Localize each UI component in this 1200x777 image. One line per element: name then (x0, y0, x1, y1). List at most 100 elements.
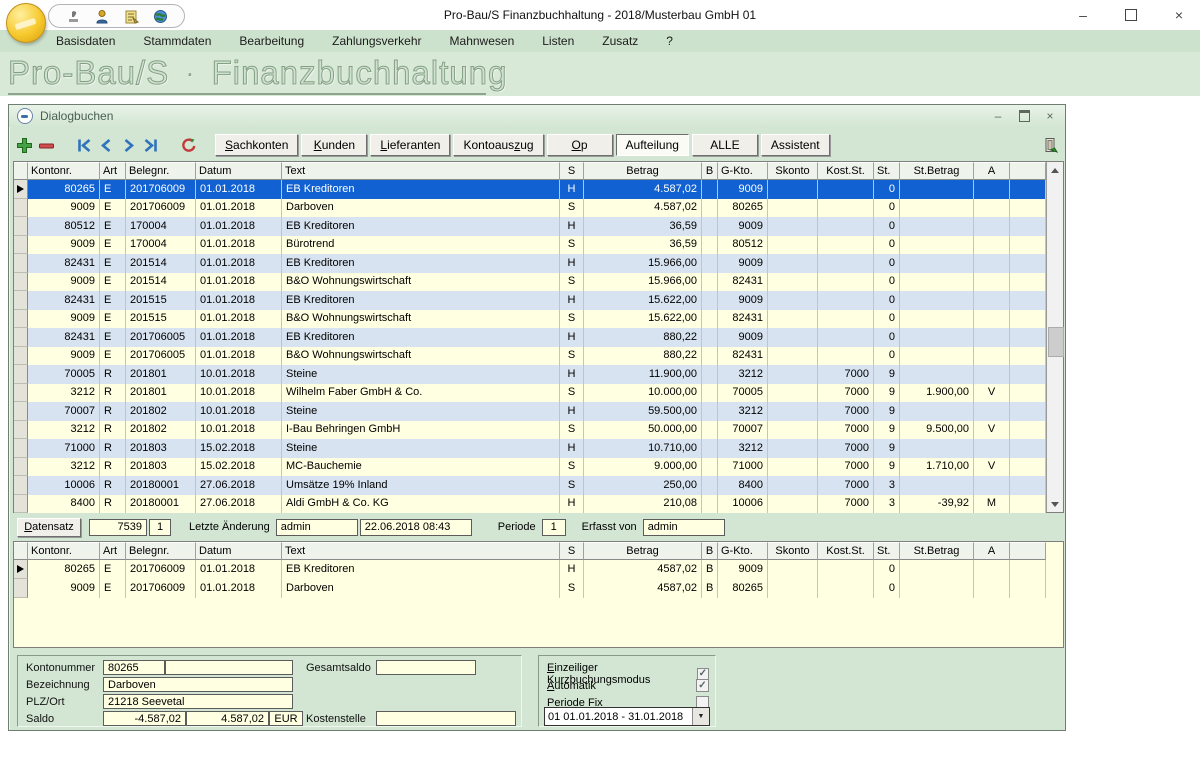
add-icon[interactable] (13, 134, 35, 156)
cell-kostst: 7000 (818, 365, 874, 384)
table-row[interactable]: 9009E20151401.01.2018B&O Wohnungswirtsch… (14, 273, 1046, 292)
toolbar-button-aufteilung[interactable]: Aufteilung (616, 134, 689, 156)
bezeichnung-field[interactable]: Darboven (103, 677, 293, 692)
table-row[interactable]: 80265E20170600901.01.2018EB KreditorenH4… (14, 180, 1046, 199)
saldo-field-2[interactable]: 4.587,02 (186, 711, 269, 726)
cell-st: 0 (874, 236, 900, 255)
table-row[interactable]: 82431E20170600501.01.2018EB KreditorenH8… (14, 328, 1046, 347)
cell-kostst: 7000 (818, 402, 874, 421)
cell-betrag: 36,59 (584, 236, 702, 255)
table-row[interactable]: 9009E20170600901.01.2018DarbovenS4.587,0… (14, 199, 1046, 218)
cell-filler (1010, 347, 1046, 366)
kostenstelle-field[interactable] (376, 711, 516, 726)
toolbar-button-kunden[interactable]: Kunden (301, 134, 367, 156)
last-change-user-field[interactable]: admin (276, 519, 358, 536)
menu-item-stammdaten[interactable]: Stammdaten (143, 34, 211, 48)
checkbox-automatik[interactable]: ✓ (696, 679, 709, 692)
table-row[interactable]: 70005R20180110.01.2018SteineH11.900,0032… (14, 365, 1046, 384)
cell-filler (1010, 236, 1046, 255)
periode-select[interactable]: 01 01.01.2018 - 31.01.2018 ▼ (544, 707, 710, 726)
notes-icon[interactable] (123, 8, 139, 24)
delete-icon[interactable] (35, 134, 57, 156)
menu-item-listen[interactable]: Listen (542, 34, 574, 48)
cell-gkto: 82431 (718, 347, 768, 366)
last-change-label: Letzte Änderung (189, 521, 270, 533)
first-record-icon[interactable] (73, 134, 95, 156)
cell-s: H (560, 291, 584, 310)
dialog-minimize-button[interactable]: – (991, 109, 1005, 123)
minimize-button[interactable]: – (1074, 6, 1092, 24)
cell-b (702, 347, 718, 366)
table-row[interactable]: 9009E20170600501.01.2018B&O Wohnungswirt… (14, 347, 1046, 366)
toolbar-button-sachkonten[interactable]: Sachkonten (215, 134, 298, 156)
cell-a (974, 254, 1010, 273)
kontonummer-extra-field[interactable] (165, 660, 293, 675)
table-row[interactable]: 8400R2018000127.06.2018Aldi GmbH & Co. K… (14, 495, 1046, 514)
last-change-time-field[interactable]: 22.06.2018 08:43 (360, 519, 472, 536)
last-record-icon[interactable] (139, 134, 161, 156)
menu-item-zahlungsverkehr[interactable]: Zahlungsverkehr (332, 34, 421, 48)
menu-item-basisdaten[interactable]: Basisdaten (56, 34, 115, 48)
cell-gkto: 80265 (718, 579, 768, 598)
table-row[interactable]: 9009E20151501.01.2018B&O Wohnungswirtsch… (14, 310, 1046, 329)
table-row[interactable]: 3212R20180210.01.2018I-Bau Behringen Gmb… (14, 421, 1046, 440)
prev-record-icon[interactable] (95, 134, 117, 156)
toolbar-button-lieferanten[interactable]: Lieferanten (370, 134, 450, 156)
datensatz-button[interactable]: Datensatz (17, 518, 81, 537)
toolbar-button-assistent[interactable]: Assistent (761, 134, 830, 156)
menu-item-[interactable]: ? (666, 34, 673, 48)
cell-datum: 27.06.2018 (196, 476, 282, 495)
scroll-down-button[interactable] (1047, 496, 1063, 512)
cell-kontonr: 3212 (28, 384, 100, 403)
cell-stbetrag (900, 310, 974, 329)
cell-kontonr: 70005 (28, 365, 100, 384)
table-row[interactable]: 9009E20170600901.01.2018DarbovenS4587,02… (14, 579, 1046, 598)
scroll-up-button[interactable] (1047, 162, 1063, 178)
globe-icon[interactable] (152, 8, 168, 24)
table-row[interactable]: 82431E20151501.01.2018EB KreditorenH15.6… (14, 291, 1046, 310)
saldo-currency: EUR (269, 711, 303, 726)
table-row[interactable]: 82431E20151401.01.2018EB KreditorenH15.9… (14, 254, 1046, 273)
table-row[interactable]: 70007R20180210.01.2018SteineH59.500,0032… (14, 402, 1046, 421)
gesamtsaldo-field[interactable] (376, 660, 476, 675)
cell-a: V (974, 421, 1010, 440)
table-row[interactable]: 3212R20180315.02.2018MC-BauchemieS9.000,… (14, 458, 1046, 477)
toolbar-button-alle[interactable]: ALLE (692, 134, 758, 156)
table-row[interactable]: 71000R20180315.02.2018SteineH10.710,0032… (14, 439, 1046, 458)
refresh-icon[interactable] (177, 134, 199, 156)
saldo-field-1[interactable]: -4.587,02 (103, 711, 186, 726)
vertical-scrollbar[interactable] (1046, 162, 1063, 512)
erfasst-von-field[interactable]: admin (643, 519, 725, 536)
chevron-down-icon[interactable]: ▼ (692, 708, 709, 725)
menu-item-mahnwesen[interactable]: Mahnwesen (450, 34, 515, 48)
record-number-field[interactable]: 7539 (89, 519, 147, 536)
cell-b (702, 402, 718, 421)
close-button[interactable]: × (1170, 6, 1188, 24)
menu-item-zusatz[interactable]: Zusatz (602, 34, 638, 48)
record-sub-field[interactable]: 1 (149, 519, 171, 536)
table-row[interactable]: 80512E17000401.01.2018EB KreditorenH36,5… (14, 217, 1046, 236)
dialog-restore-button[interactable] (1017, 109, 1031, 123)
menu-item-bearbeitung[interactable]: Bearbeitung (239, 34, 304, 48)
periode-field[interactable]: 1 (542, 519, 566, 536)
cell-betrag: 4587,02 (584, 560, 702, 579)
cell-b (702, 439, 718, 458)
toolbar-button-kontoauszug[interactable]: Kontoauszug (453, 134, 543, 156)
kontonummer-field[interactable]: 80265 (103, 660, 165, 675)
user-icon[interactable] (94, 8, 110, 24)
scrollbar-thumb[interactable] (1048, 327, 1064, 357)
plz-ort-field[interactable]: 21218 Seevetal (103, 694, 293, 709)
maximize-button[interactable] (1122, 6, 1140, 24)
table-row[interactable]: 10006R2018000127.06.2018Umsätze 19% Inla… (14, 476, 1046, 495)
cell-gkto: 10006 (718, 495, 768, 514)
table-row[interactable]: 3212R20180110.01.2018Wilhelm Faber GmbH … (14, 384, 1046, 403)
exit-icon[interactable] (1039, 134, 1061, 156)
table-row[interactable]: 9009E17000401.01.2018BürotrendS36,598051… (14, 236, 1046, 255)
dialog-close-button[interactable]: × (1043, 109, 1057, 123)
next-record-icon[interactable] (117, 134, 139, 156)
toolbar-button-op[interactable]: Op (547, 134, 613, 156)
cell-datum: 10.01.2018 (196, 384, 282, 403)
stamp-icon[interactable] (65, 8, 81, 24)
table-row[interactable]: 80265E20170600901.01.2018EB KreditorenH4… (14, 560, 1046, 579)
dialog-title-bar[interactable]: Dialogbuchen – × (9, 105, 1065, 127)
